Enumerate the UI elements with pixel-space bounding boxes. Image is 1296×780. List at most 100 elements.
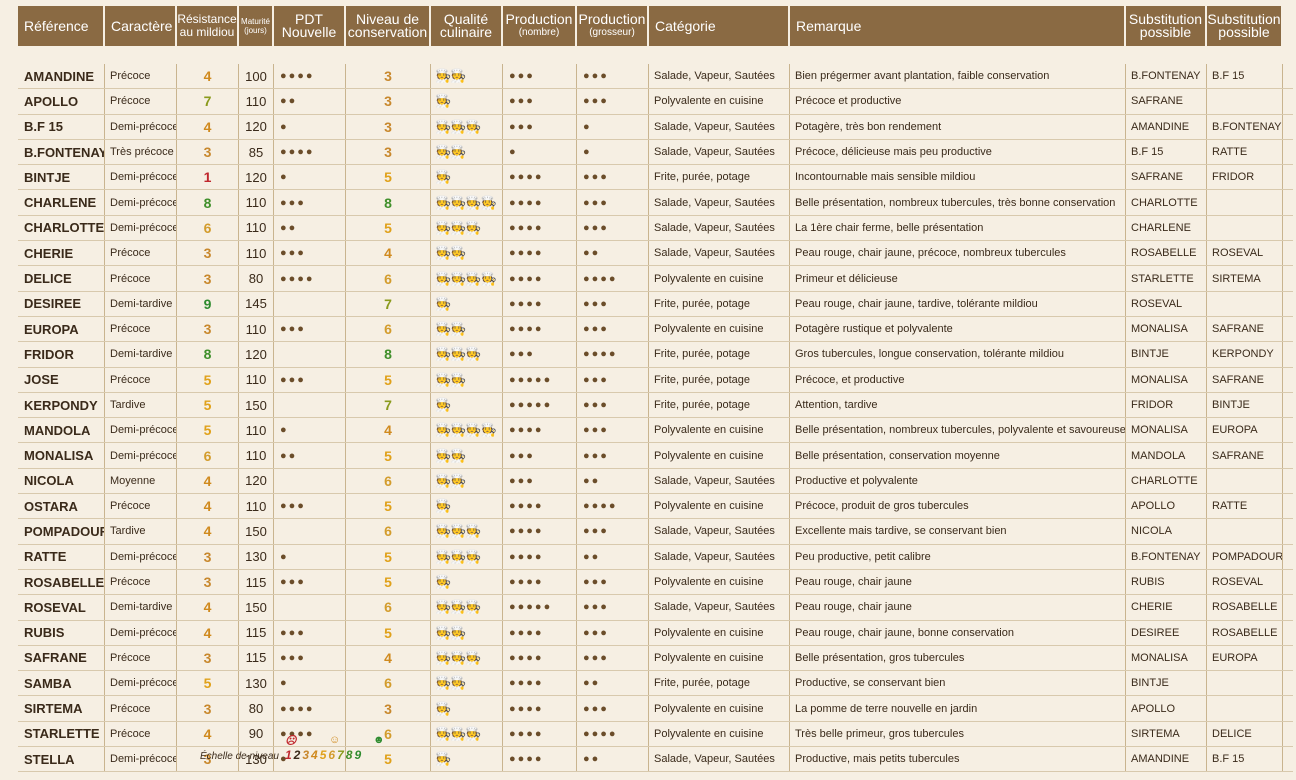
- cell-s1: APOLLO: [1126, 696, 1207, 721]
- cell-s2: DELICE: [1207, 721, 1283, 747]
- cell-cons: 4: [346, 645, 431, 671]
- cell-mat: 120: [239, 342, 274, 367]
- cell-ref: APOLLO: [18, 89, 105, 114]
- cell-s1: STARLETTE: [1126, 266, 1207, 291]
- header-caractere: Caractère: [105, 6, 177, 46]
- cell-s2: EUROPA: [1207, 645, 1283, 671]
- cell-rem: Très belle primeur, gros tubercules: [790, 721, 1126, 747]
- cell-ref: STELLA: [18, 747, 105, 772]
- table-row: KERPONDY Tardive 5 150 7 🧑‍🍳 ●●●●● ●●● Frite, pu…: [18, 392, 1293, 419]
- cell-mat: 110: [239, 418, 274, 443]
- cell-pn: ●●●●: [503, 291, 577, 316]
- table-row: ROSABELLE Précoce 3 115 ●●● 5 🧑‍🍳 ●●●● ●●● Polyva…: [18, 569, 1293, 596]
- cell-s2: [1207, 468, 1283, 494]
- cell-rem: Précoce, produit de gros tubercules: [790, 494, 1126, 519]
- cell-rem: Précoce, délicieuse mais peu productive: [790, 139, 1126, 165]
- cell-pg: ●●●: [577, 165, 649, 190]
- cell-pdt: ●: [274, 418, 346, 443]
- cell-car: Demi-précoce: [105, 443, 177, 468]
- cell-pdt: [274, 519, 346, 544]
- cell-cons: 8: [346, 190, 431, 215]
- table-row: POMPADOUR Tardive 4 150 6 🧑‍🍳🧑‍🍳🧑‍🍳 ●●●● ●●● Sal…: [18, 519, 1293, 545]
- cell-s1: ROSEVAL: [1126, 291, 1207, 316]
- cell-rem: Peu productive, petit calibre: [790, 544, 1126, 569]
- cell-res: 8: [177, 342, 239, 367]
- cell-s1: CHARLENE: [1126, 215, 1207, 241]
- cell-s1: DESIREE: [1126, 620, 1207, 645]
- cell-pdt: ●●●●: [274, 139, 346, 165]
- cell-pg: ●●●: [577, 620, 649, 645]
- cell-pg: ●●●: [577, 190, 649, 215]
- cell-pdt: ●●●: [274, 645, 346, 671]
- scale-values: ☹ ☺ ☻ 123456789: [285, 734, 385, 762]
- cell-pg: ●●●: [577, 569, 649, 595]
- cell-s1: AMANDINE: [1126, 114, 1207, 139]
- cell-car: Précoce: [105, 266, 177, 291]
- cell-pn: ●●●●: [503, 266, 577, 291]
- cell-pg: ●●: [577, 747, 649, 772]
- cell-ref: OSTARA: [18, 494, 105, 519]
- cell-car: Précoce: [105, 721, 177, 747]
- cell-car: Demi-précoce: [105, 544, 177, 569]
- cell-pn: ●: [503, 139, 577, 165]
- cell-s2: [1207, 696, 1283, 721]
- cell-car: Demi-précoce: [105, 215, 177, 241]
- cell-pn: ●●●●●: [503, 367, 577, 392]
- cell-car: Précoce: [105, 494, 177, 519]
- cell-cat: Salade, Vapeur, Sautées: [649, 468, 790, 494]
- cell-s2: ROSEVAL: [1207, 569, 1283, 595]
- cell-s1: ROSABELLE: [1126, 241, 1207, 266]
- cell-car: Très précoce: [105, 139, 177, 165]
- cell-pg: ●●●: [577, 367, 649, 392]
- cell-rem: Potagère rustique et polyvalente: [790, 316, 1126, 342]
- cell-rem: La 1ère chair ferme, belle présentation: [790, 215, 1126, 241]
- cell-s1: MANDOLA: [1126, 443, 1207, 468]
- cell-pg: ●●●: [577, 392, 649, 418]
- cell-s1: AMANDINE: [1126, 747, 1207, 772]
- cell-cat: Salade, Vapeur, Sautées: [649, 241, 790, 266]
- cell-rem: Peau rouge, chair jaune: [790, 595, 1126, 620]
- table-row: CHARLENE Demi-précoce 8 110 ●●● 8 🧑‍🍳🧑‍🍳🧑‍🍳🧑‍🍳…: [18, 190, 1293, 216]
- cell-mat: 80: [239, 696, 274, 721]
- cell-ref: KERPONDY: [18, 392, 105, 418]
- cell-s1: SIRTEMA: [1126, 721, 1207, 747]
- cell-cons: 6: [346, 595, 431, 620]
- cell-s1: RUBIS: [1126, 569, 1207, 595]
- cell-cat: Polyvalente en cuisine: [649, 266, 790, 291]
- cell-rem: Belle présentation, nombreux tubercules,…: [790, 190, 1126, 215]
- cell-s2: B.F 15: [1207, 64, 1283, 89]
- table-row: BINTJE Demi-précoce 1 120 ● 5 🧑‍🍳 ●●●● ●●● Frite,…: [18, 165, 1293, 191]
- cell-mat: 100: [239, 64, 274, 89]
- cell-car: Demi-précoce: [105, 165, 177, 190]
- cell-pg: ●●●: [577, 443, 649, 468]
- table-row: DESIREE Demi-tardive 9 145 7 🧑‍🍳 ●●●● ●●● Frite,…: [18, 291, 1293, 317]
- cell-s1: CHARLOTTE: [1126, 190, 1207, 215]
- cell-car: Demi-précoce: [105, 190, 177, 215]
- cell-chef: 🧑‍🍳🧑‍🍳: [431, 468, 503, 494]
- cell-cat: Salade, Vapeur, Sautées: [649, 139, 790, 165]
- cell-cons: 5: [346, 569, 431, 595]
- cell-chef: 🧑‍🍳🧑‍🍳: [431, 139, 503, 165]
- cell-pdt: ●: [274, 165, 346, 190]
- cell-cat: Frite, purée, potage: [649, 342, 790, 367]
- cell-res: 4: [177, 468, 239, 494]
- cell-ref: SIRTEMA: [18, 696, 105, 721]
- cell-cons: 5: [346, 544, 431, 569]
- cell-mat: 130: [239, 544, 274, 569]
- cell-s1: B.F 15: [1126, 139, 1207, 165]
- cell-ref: SAMBA: [18, 671, 105, 696]
- cell-s1: NICOLA: [1126, 519, 1207, 544]
- cell-pn: ●●●●: [503, 519, 577, 544]
- cell-car: Demi-précoce: [105, 671, 177, 696]
- cell-chef: 🧑‍🍳: [431, 392, 503, 418]
- cell-s2: B.F 15: [1207, 747, 1283, 772]
- cell-pg: ●●●●: [577, 494, 649, 519]
- cell-cat: Salade, Vapeur, Sautées: [649, 215, 790, 241]
- cell-cat: Frite, purée, potage: [649, 291, 790, 316]
- cell-s2: [1207, 291, 1283, 316]
- cell-pg: ●●●: [577, 519, 649, 544]
- cell-cons: 6: [346, 266, 431, 291]
- cell-car: Précoce: [105, 367, 177, 392]
- cell-s1: MONALISA: [1126, 367, 1207, 392]
- cell-pg: ●●●: [577, 89, 649, 114]
